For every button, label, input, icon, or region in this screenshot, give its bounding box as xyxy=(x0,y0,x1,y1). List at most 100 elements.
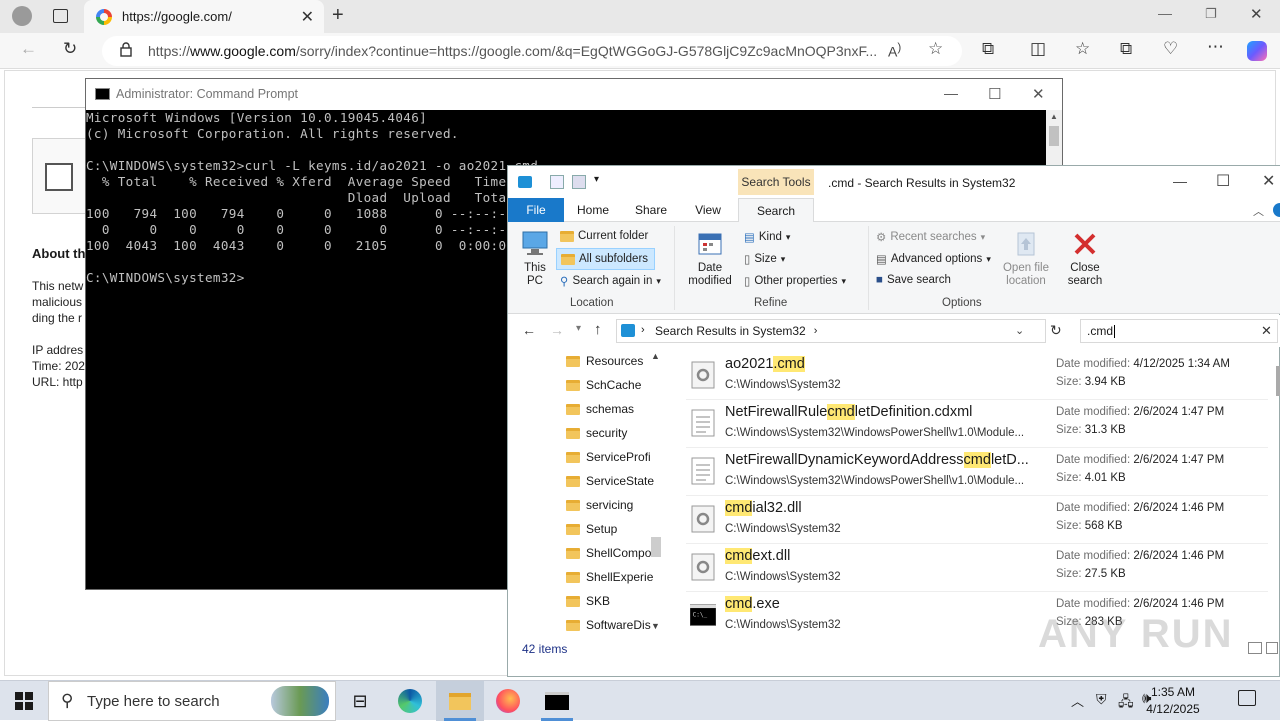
results-scroll-thumb[interactable] xyxy=(1276,366,1280,396)
firefox-taskbar-button[interactable] xyxy=(484,681,532,721)
nav-scroll-thumb[interactable] xyxy=(651,537,661,557)
advanced-options-button[interactable]: ▤ Advanced options ▾ xyxy=(876,252,991,266)
new-tab-icon[interactable]: + xyxy=(332,4,344,27)
search-again-in-button[interactable]: ⚲ Search again in ▾ xyxy=(560,274,661,288)
recent-searches-button[interactable]: ⚙ Recent searches ▾ xyxy=(876,230,985,244)
address-bar[interactable]: https://www.google.com/sorry/index?conti… xyxy=(102,36,962,66)
nav-folder-item[interactable]: security xyxy=(566,421,627,445)
minimize-icon[interactable]: — xyxy=(1158,5,1172,21)
cmd-titlebar[interactable]: Administrator: Command Prompt — ☐ ✕ xyxy=(86,79,1062,110)
extensions-icon[interactable]: ⧉ xyxy=(982,39,994,59)
close-window-icon[interactable]: ✕ xyxy=(1250,5,1263,23)
nav-forward-icon[interactable]: → xyxy=(550,322,564,338)
explorer-maximize-icon[interactable]: ☐ xyxy=(1216,171,1230,191)
result-item[interactable]: ao2021.cmd C:\Windows\System32 Date modi… xyxy=(686,352,1268,400)
nav-folder-item[interactable]: ServiceState xyxy=(566,469,654,493)
nav-folder-item[interactable]: ServiceProfi xyxy=(566,445,651,469)
browser-essentials-icon[interactable]: ♡ xyxy=(1163,39,1178,59)
current-folder-button[interactable]: Current folder xyxy=(560,230,648,242)
nav-folder-item[interactable]: ShellExperie xyxy=(566,565,653,589)
clear-search-icon[interactable]: ✕ xyxy=(1261,323,1272,339)
favorite-star-icon[interactable]: ☆ xyxy=(928,39,943,59)
explorer-taskbar-button[interactable] xyxy=(436,681,484,721)
tab-actions-icon[interactable] xyxy=(53,9,68,23)
notifications-icon[interactable] xyxy=(1238,690,1256,706)
security-icon[interactable]: ⛨ xyxy=(1096,691,1107,708)
size-button[interactable]: ▯ Size ▾ xyxy=(744,252,785,266)
kind-button[interactable]: ▤ Kind ▾ xyxy=(744,230,790,244)
nav-back-icon[interactable]: ← xyxy=(522,322,536,338)
copilot-icon[interactable] xyxy=(1247,41,1267,61)
nav-folder-item[interactable]: ShellCompo xyxy=(566,541,651,565)
tab-home[interactable]: Home xyxy=(566,198,620,222)
path-dropdown-icon[interactable]: ⌄ xyxy=(1015,324,1024,337)
help-icon[interactable] xyxy=(1273,203,1280,217)
cmd-taskbar-button[interactable] xyxy=(533,681,581,721)
restore-icon[interactable]: ❐ xyxy=(1205,6,1217,22)
new-folder-icon[interactable] xyxy=(572,175,586,189)
details-view-icon[interactable] xyxy=(1248,642,1262,654)
scroll-down-icon[interactable]: ▼ xyxy=(651,621,660,631)
read-aloud-icon[interactable]: A) xyxy=(888,41,901,60)
result-item[interactable]: NetFirewallDynamicKeywordAddresscmdletD.… xyxy=(686,448,1268,496)
collapse-ribbon-icon[interactable]: ︿ xyxy=(1253,203,1264,219)
show-hidden-icons-icon[interactable]: ︿ xyxy=(1071,691,1084,710)
properties-icon[interactable] xyxy=(550,175,564,189)
tab-view[interactable]: View xyxy=(682,198,734,222)
close-search-button[interactable]: Close search xyxy=(1062,230,1108,288)
split-screen-icon[interactable]: ◫ xyxy=(1030,39,1046,59)
nav-folder-item[interactable]: SchCache xyxy=(566,373,641,397)
file-explorer-window[interactable]: ▾ Search Tools .cmd - Search Results in … xyxy=(507,165,1280,677)
cmd-scroll-thumb[interactable] xyxy=(1049,126,1059,146)
cmd-close-icon[interactable]: ✕ xyxy=(1032,85,1045,103)
save-search-button[interactable]: ■ Save search xyxy=(876,274,951,286)
edge-taskbar-button[interactable] xyxy=(386,681,434,721)
clock[interactable]: 1:35 AM 4/12/2025 xyxy=(1138,684,1208,718)
nav-folder-item[interactable]: schemas xyxy=(566,397,634,421)
explorer-titlebar[interactable]: ▾ Search Tools .cmd - Search Results in … xyxy=(508,166,1280,198)
collections-icon[interactable]: ⧉ xyxy=(1120,39,1132,59)
more-menu-icon[interactable]: ⋯ xyxy=(1207,37,1224,57)
back-icon[interactable]: ← xyxy=(20,39,37,59)
browser-tab[interactable]: https://google.com/ ✕ xyxy=(84,0,324,33)
nav-folder-item[interactable]: Resources xyxy=(566,349,643,373)
refresh-icon[interactable]: ↻ xyxy=(63,39,77,59)
nav-up-icon[interactable]: ↑ xyxy=(594,321,602,338)
close-tab-icon[interactable]: ✕ xyxy=(301,7,314,27)
start-button[interactable] xyxy=(0,681,48,721)
search-results-list[interactable]: ao2021.cmd C:\Windows\System32 Date modi… xyxy=(686,352,1280,636)
qat-dropdown-icon[interactable]: ▾ xyxy=(594,174,599,185)
profile-avatar[interactable] xyxy=(12,6,32,26)
cmd-minimize-icon[interactable]: — xyxy=(944,85,958,101)
recaptcha-checkbox[interactable] xyxy=(45,163,73,191)
nav-pane-scrollbar[interactable]: ▲ ▼ xyxy=(648,349,664,635)
result-item[interactable]: cmdial32.dll C:\Windows\System32 Date mo… xyxy=(686,496,1268,544)
recent-locations-icon[interactable]: ▾ xyxy=(576,323,581,334)
favorites-icon[interactable]: ☆ xyxy=(1075,39,1090,59)
explorer-minimize-icon[interactable]: — xyxy=(1173,173,1187,189)
tab-file[interactable]: File xyxy=(508,198,564,222)
large-icons-view-icon[interactable] xyxy=(1266,642,1278,654)
date-modified-button[interactable]: Date modified xyxy=(680,230,740,288)
nav-folder-item[interactable]: servicing xyxy=(566,493,633,517)
taskbar-search-box[interactable]: ⚲ Type here to search xyxy=(48,681,336,721)
cmd-maximize-icon[interactable]: ☐ xyxy=(988,85,1001,103)
explorer-close-icon[interactable]: ✕ xyxy=(1262,171,1275,191)
this-pc-button[interactable]: This PC xyxy=(518,230,552,288)
scroll-up-icon[interactable]: ▲ xyxy=(1050,112,1058,121)
tab-search[interactable]: Search xyxy=(738,198,814,223)
other-properties-button[interactable]: ▯ Other properties ▾ xyxy=(744,274,846,288)
open-file-location-button[interactable]: Open file location xyxy=(998,230,1054,288)
nav-folder-item[interactable]: SKB xyxy=(566,589,610,613)
scroll-up-icon[interactable]: ▲ xyxy=(651,351,660,361)
address-path[interactable]: › Search Results in System32 › ⌄ xyxy=(616,319,1046,343)
nav-folder-item[interactable]: Setup xyxy=(566,517,617,541)
all-subfolders-button[interactable]: All subfolders xyxy=(556,248,656,270)
nav-folder-item[interactable]: SoftwareDis xyxy=(566,613,651,635)
result-item[interactable]: cmdext.dll C:\Windows\System32 Date modi… xyxy=(686,544,1268,592)
result-item[interactable]: NetFirewallRulecmdletDefinition.cdxml C:… xyxy=(686,400,1268,448)
refresh-icon[interactable]: ↻ xyxy=(1050,322,1062,339)
task-view-button[interactable]: ⊟ xyxy=(336,681,384,721)
explorer-search-input[interactable]: .cmd ✕ xyxy=(1080,319,1278,343)
tab-share[interactable]: Share xyxy=(624,198,678,222)
